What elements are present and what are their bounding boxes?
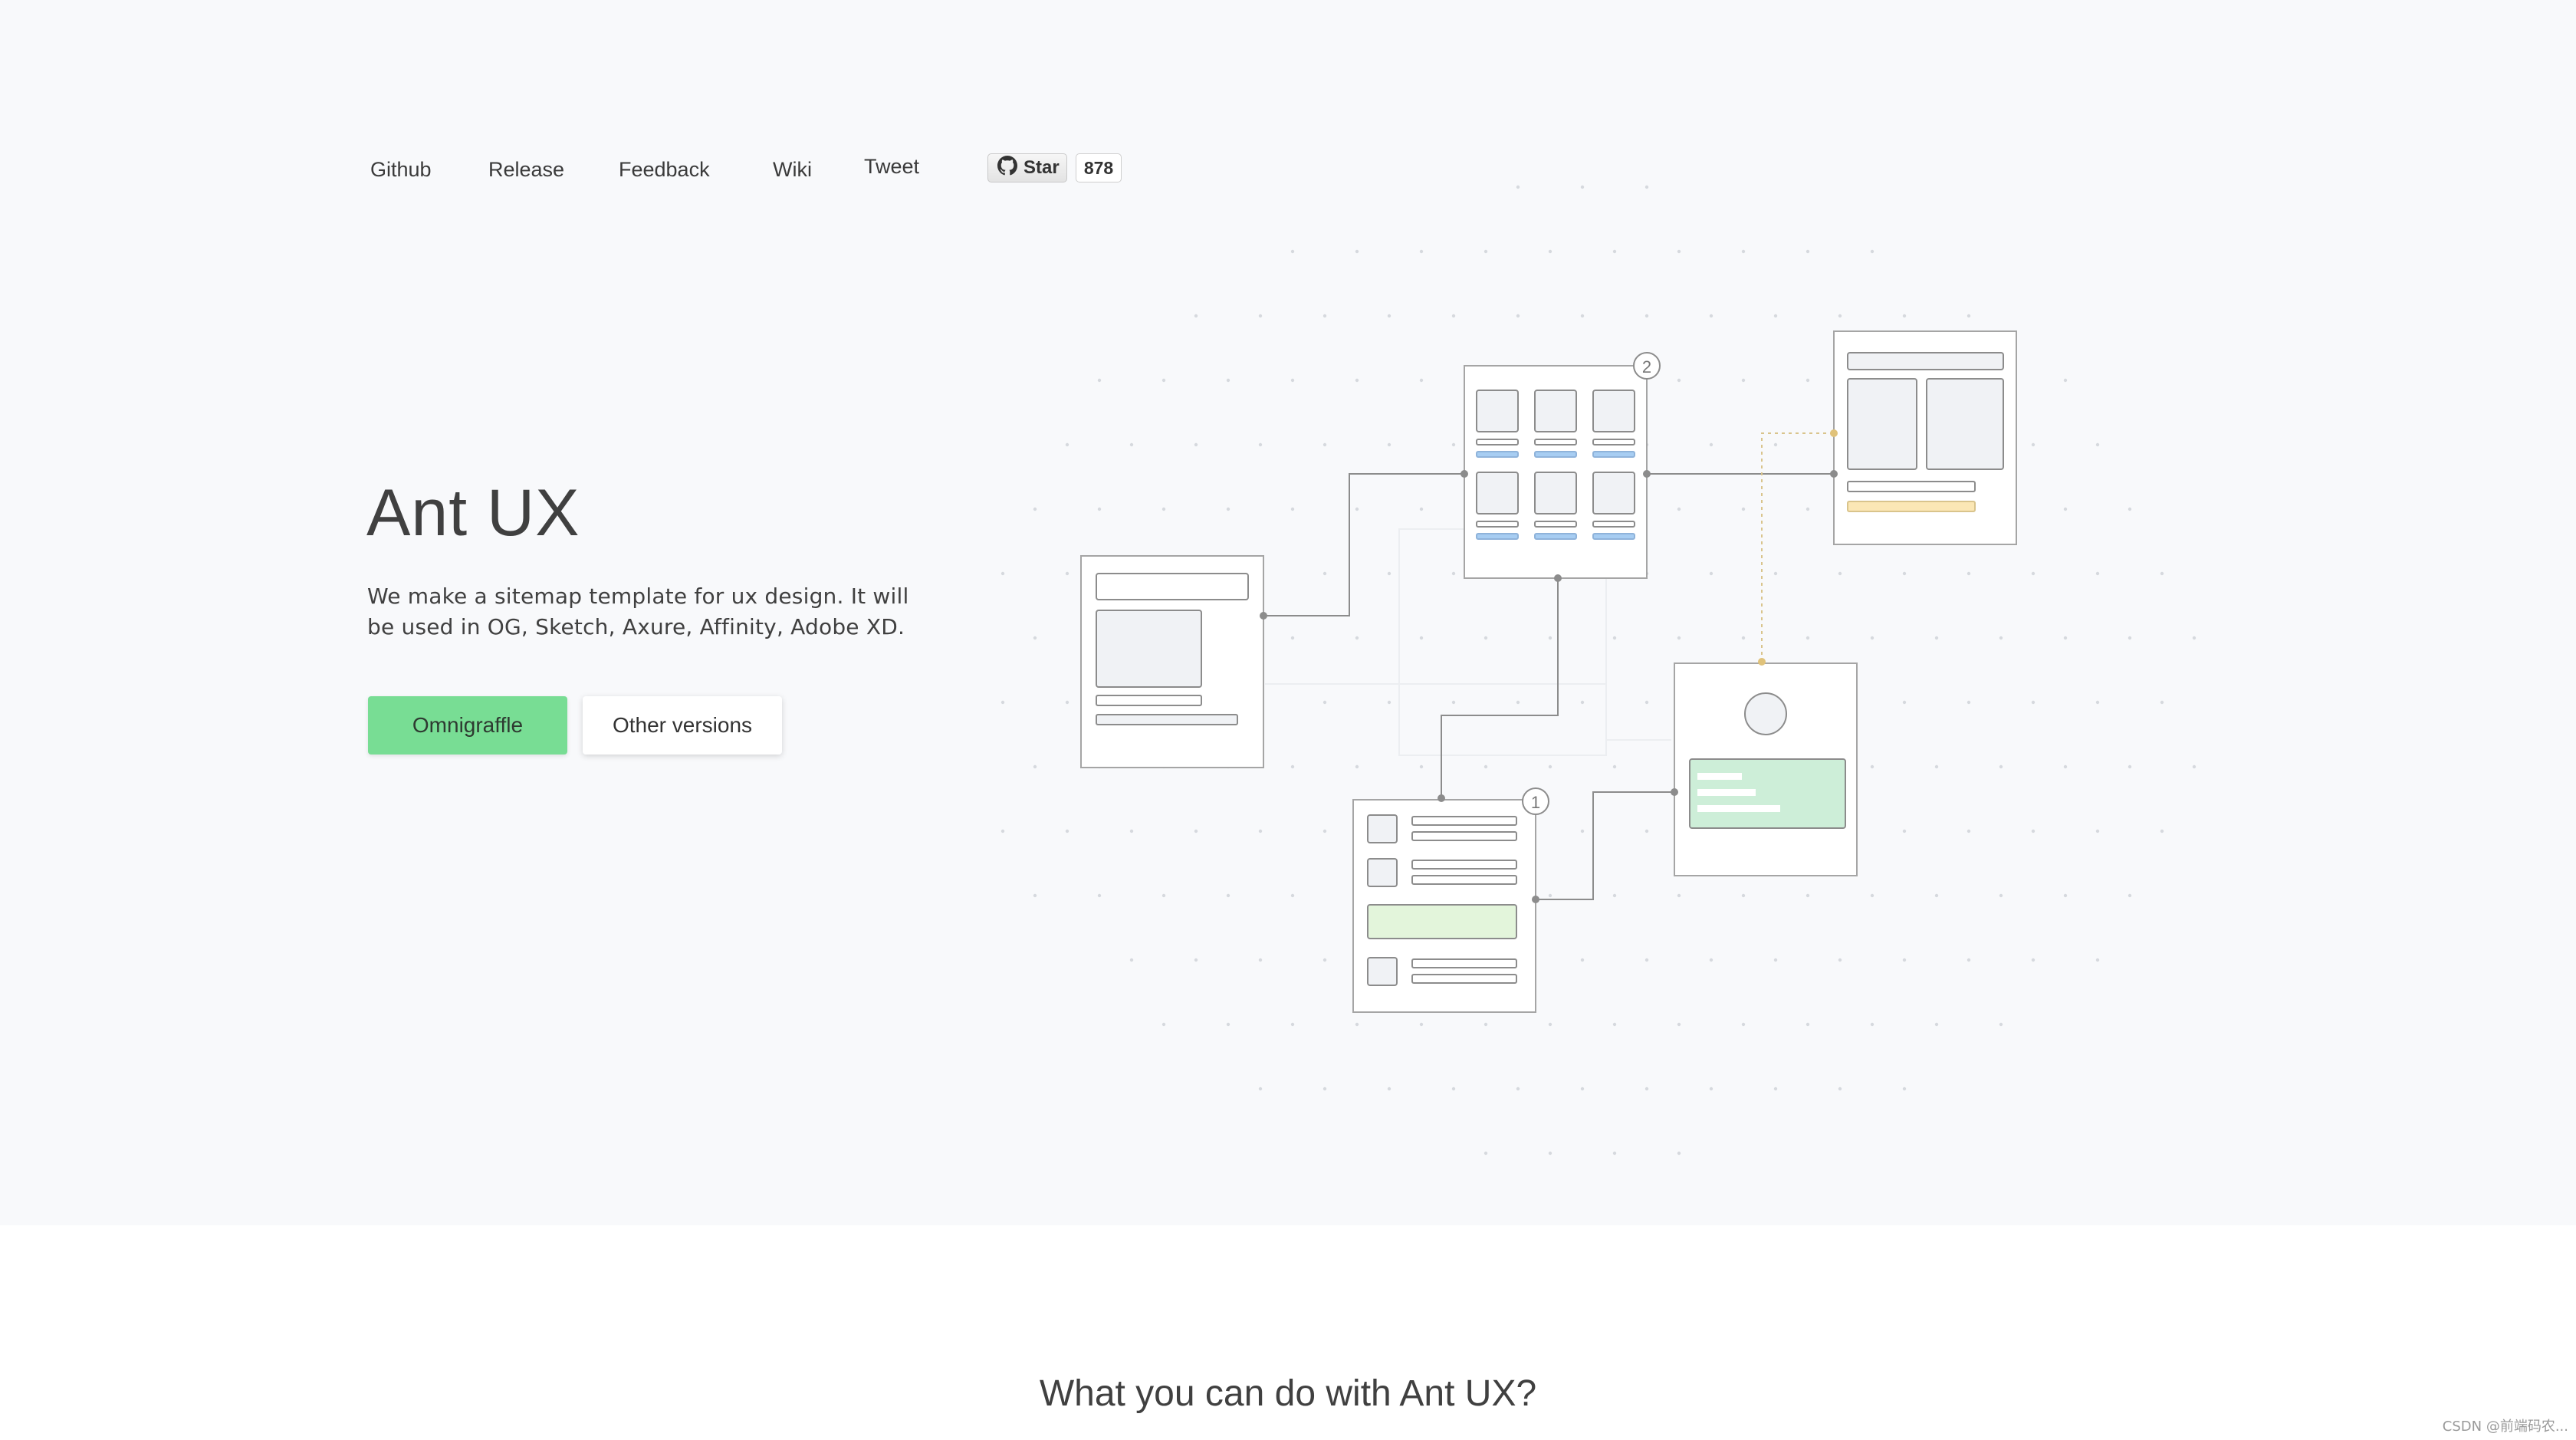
wireframe-page-a — [1080, 555, 1264, 768]
wireframe-page-c — [1833, 330, 2017, 545]
wireframe-page-e — [1674, 662, 1858, 876]
connector-page-b-to-page-d — [1441, 578, 1559, 797]
features-heading: What you can do with Ant UX? — [1039, 1373, 1537, 1414]
watermark: CSDN @前端码农... — [2442, 1419, 2568, 1435]
badge-1-label: 1 — [1531, 793, 1540, 812]
badge-2-label: 2 — [1642, 357, 1651, 376]
connector-page-a-to-page-b — [1265, 473, 1464, 616]
dashed-connector — [1761, 432, 1834, 662]
wireframe-page-d: 1 — [1352, 787, 1549, 1013]
sitemap-illustration: 2 1 — [1001, 185, 2196, 1156]
connector-page-d-to-page-e — [1536, 791, 1674, 900]
wireframe-page-b: 2 — [1464, 352, 1661, 579]
